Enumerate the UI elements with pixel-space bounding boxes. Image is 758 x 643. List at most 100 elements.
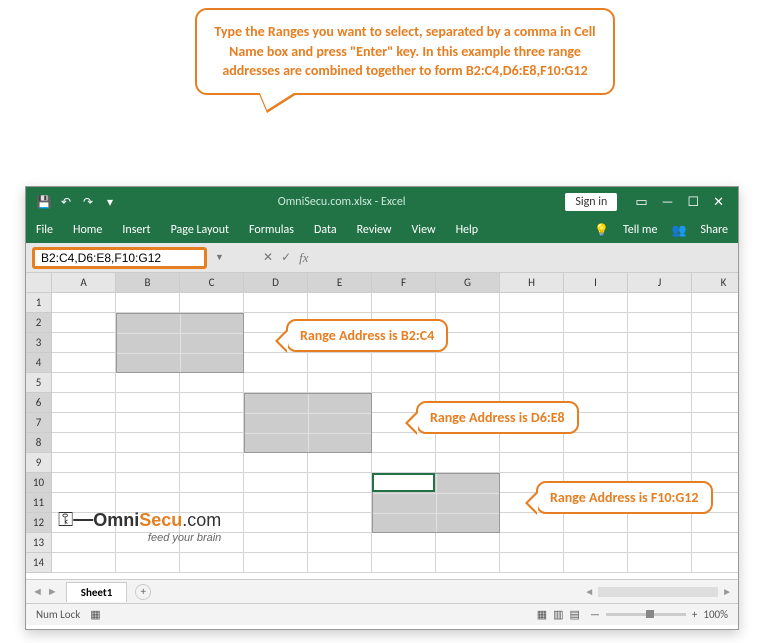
cell[interactable]: [116, 413, 180, 433]
cell[interactable]: [628, 433, 692, 453]
macro-record-icon[interactable]: ▦: [90, 608, 100, 621]
cell[interactable]: [692, 313, 738, 333]
cell[interactable]: [500, 513, 564, 533]
row-header-9[interactable]: 9: [26, 453, 51, 473]
share-button[interactable]: Share: [698, 219, 730, 241]
cell[interactable]: [308, 473, 372, 493]
col-header-i[interactable]: I: [564, 273, 628, 292]
tab-page-layout[interactable]: Page Layout: [169, 219, 231, 241]
col-header-k[interactable]: K: [692, 273, 738, 292]
enter-icon[interactable]: ✓: [281, 250, 291, 265]
sheet-next-icon[interactable]: ►: [47, 585, 58, 598]
row-header-7[interactable]: 7: [26, 413, 51, 433]
cell[interactable]: [244, 293, 308, 313]
col-header-j[interactable]: J: [628, 273, 692, 292]
cell[interactable]: [500, 433, 564, 453]
cell[interactable]: [564, 433, 628, 453]
cell[interactable]: [564, 513, 628, 533]
cell[interactable]: [116, 453, 180, 473]
cell[interactable]: [628, 293, 692, 313]
cell[interactable]: [244, 533, 308, 553]
selected-range-d6e8[interactable]: [244, 393, 372, 453]
close-icon[interactable]: ✕: [713, 195, 724, 210]
cell[interactable]: [628, 373, 692, 393]
row-header-3[interactable]: 3: [26, 333, 51, 353]
name-box-dropdown-icon[interactable]: ▼: [215, 252, 231, 263]
maximize-icon[interactable]: ☐: [687, 195, 699, 210]
cell[interactable]: [116, 393, 180, 413]
undo-icon[interactable]: ↶: [58, 194, 74, 210]
cell[interactable]: [628, 333, 692, 353]
cell[interactable]: [372, 553, 436, 573]
cell[interactable]: [116, 293, 180, 313]
cell[interactable]: [308, 353, 372, 373]
cell[interactable]: [564, 333, 628, 353]
tab-file[interactable]: File: [34, 219, 55, 241]
cell[interactable]: [244, 453, 308, 473]
cell[interactable]: [500, 353, 564, 373]
cell[interactable]: [52, 413, 116, 433]
cell[interactable]: [436, 433, 500, 453]
sheet-prev-icon[interactable]: ◄: [32, 585, 43, 598]
signin-button[interactable]: Sign in: [565, 193, 617, 211]
cell[interactable]: [52, 293, 116, 313]
sheet-area[interactable]: ABCDEFGHIJK 1234567891011121314 Range Ad…: [26, 273, 738, 579]
cell[interactable]: [500, 553, 564, 573]
cell[interactable]: [180, 453, 244, 473]
col-header-b[interactable]: B: [116, 273, 180, 292]
cancel-icon[interactable]: ✕: [263, 250, 273, 265]
cell[interactable]: [52, 333, 116, 353]
cell[interactable]: [436, 353, 500, 373]
tab-review[interactable]: Review: [355, 219, 394, 241]
cell[interactable]: [372, 373, 436, 393]
cell[interactable]: [692, 453, 738, 473]
col-header-c[interactable]: C: [180, 273, 244, 292]
col-header-d[interactable]: D: [244, 273, 308, 292]
cell[interactable]: [500, 533, 564, 553]
selected-range-b2c4[interactable]: [116, 313, 244, 373]
cell[interactable]: [692, 553, 738, 573]
cell[interactable]: [308, 533, 372, 553]
cell[interactable]: [564, 553, 628, 573]
save-icon[interactable]: 💾: [36, 194, 52, 210]
zoom-out-icon[interactable]: —: [590, 608, 600, 621]
cell[interactable]: [52, 433, 116, 453]
cell[interactable]: [372, 293, 436, 313]
cell[interactable]: [500, 313, 564, 333]
cell[interactable]: [564, 453, 628, 473]
cell[interactable]: [692, 393, 738, 413]
cell[interactable]: [52, 373, 116, 393]
hscroll-right-icon[interactable]: ►: [722, 585, 732, 598]
cell[interactable]: [500, 373, 564, 393]
cell[interactable]: [180, 553, 244, 573]
cell[interactable]: [436, 373, 500, 393]
redo-icon[interactable]: ↷: [80, 194, 96, 210]
cell[interactable]: [308, 373, 372, 393]
col-header-a[interactable]: A: [52, 273, 116, 292]
col-header-h[interactable]: H: [500, 273, 564, 292]
row-header-11[interactable]: 11: [26, 493, 51, 513]
cell[interactable]: [244, 513, 308, 533]
cell[interactable]: [628, 353, 692, 373]
cell[interactable]: [628, 313, 692, 333]
cell[interactable]: [628, 453, 692, 473]
select-all-corner[interactable]: [26, 273, 52, 293]
cell[interactable]: [500, 333, 564, 353]
cell[interactable]: [244, 553, 308, 573]
row-header-2[interactable]: 2: [26, 313, 51, 333]
row-header-5[interactable]: 5: [26, 373, 51, 393]
cell[interactable]: [180, 413, 244, 433]
col-header-e[interactable]: E: [308, 273, 372, 292]
cell[interactable]: [692, 413, 738, 433]
cell[interactable]: [52, 313, 116, 333]
cell[interactable]: [564, 373, 628, 393]
tab-home[interactable]: Home: [71, 219, 104, 241]
cell[interactable]: [564, 313, 628, 333]
cell[interactable]: [308, 453, 372, 473]
fx-label[interactable]: fx: [299, 250, 308, 266]
cell[interactable]: [628, 393, 692, 413]
col-header-g[interactable]: G: [436, 273, 500, 292]
qat-dropdown-icon[interactable]: ▾: [102, 194, 118, 210]
sheet-tab-active[interactable]: Sheet1: [66, 582, 128, 602]
tellme-input[interactable]: Tell me: [621, 219, 660, 241]
